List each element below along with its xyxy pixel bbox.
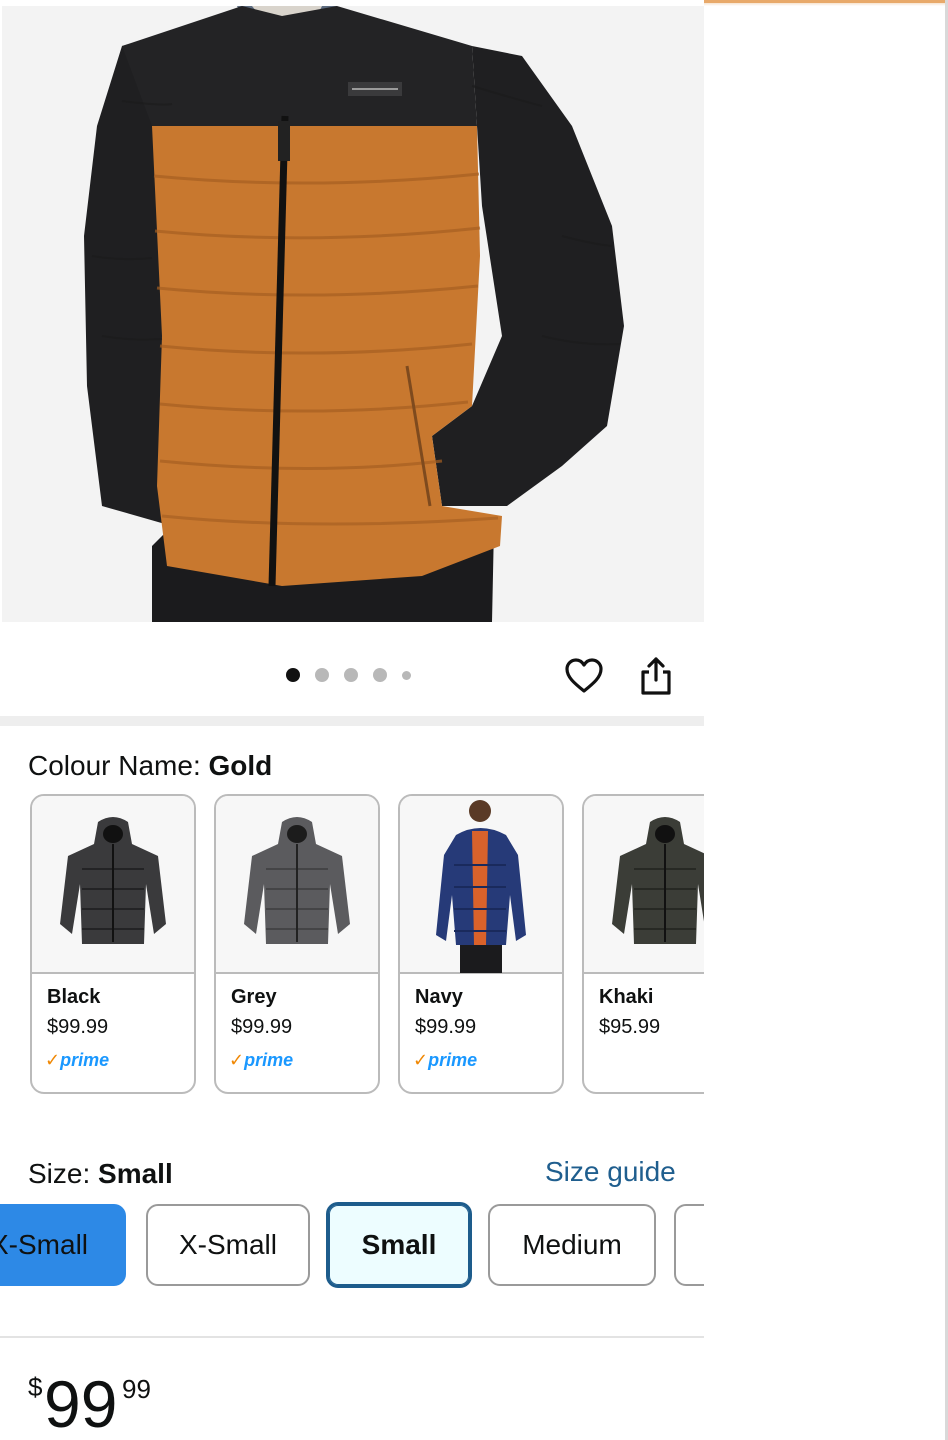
prime-check-icon: ✓ (229, 1050, 245, 1070)
size-option-label: Medium (522, 1229, 622, 1260)
swatch-khaki[interactable]: Khaki $95.99 (582, 794, 704, 1094)
swatch-price: $99.99 (415, 1016, 477, 1038)
size-option-large[interactable] (674, 1204, 704, 1286)
pagination-dot-5[interactable] (402, 670, 411, 680)
swatch-price: $99.99 (231, 1016, 293, 1038)
pagination-dot-1[interactable] (286, 668, 300, 682)
size-options: X-Small X-Small Small Medium (0, 1202, 704, 1290)
share-icon (641, 657, 671, 695)
heart-icon (565, 658, 603, 693)
section-divider (0, 716, 704, 726)
share-button[interactable] (632, 652, 680, 700)
size-option-label: Small (361, 1229, 437, 1260)
size-option-xx-small[interactable]: X-Small (0, 1204, 126, 1286)
wishlist-button[interactable] (560, 652, 608, 700)
product-page: Colour Name: Gold Black $99.99 ✓prime Gr… (0, 0, 704, 1440)
colour-name-label: Colour Name: Gold (28, 750, 272, 782)
swatch-name: Grey (231, 986, 277, 1008)
swatch-navy[interactable]: Navy $99.99 ✓prime (398, 794, 564, 1094)
swatch-name: Black (47, 986, 101, 1008)
size-option-small[interactable]: Small (326, 1202, 472, 1288)
size-option-label: X-Small (0, 1229, 89, 1260)
price-whole: 99 (44, 1367, 118, 1440)
prime-badge: ✓prime (413, 1050, 477, 1071)
prime-badge: ✓prime (229, 1050, 293, 1071)
prime-text: prime (244, 1050, 294, 1070)
swatch-black[interactable]: Black $99.99 ✓prime (30, 794, 196, 1094)
swatch-thumbnail (400, 796, 562, 974)
swatch-grey[interactable]: Grey $99.99 ✓prime (214, 794, 380, 1094)
price-divider (0, 1336, 704, 1338)
pagination-dot-4[interactable] (373, 668, 387, 682)
swatch-thumbnail (216, 796, 378, 974)
image-carousel-controls (0, 630, 704, 720)
colour-selected-value: Gold (208, 750, 273, 781)
product-main-image[interactable] (2, 6, 704, 622)
pagination-dot-2[interactable] (315, 668, 329, 682)
prime-text: prime (428, 1050, 478, 1070)
swatch-thumbnail (584, 796, 704, 974)
size-label-text: Size: (28, 1158, 91, 1189)
swatch-name: Khaki (599, 986, 654, 1008)
prime-badge: ✓prime (45, 1050, 109, 1071)
size-option-label: X-Small (178, 1229, 277, 1260)
price-currency-symbol: $ (28, 1372, 43, 1402)
swatch-name: Navy (415, 986, 463, 1008)
size-guide-link[interactable]: Size guide (545, 1156, 676, 1188)
prime-check-icon: ✓ (45, 1050, 61, 1070)
size-option-medium[interactable]: Medium (488, 1204, 656, 1286)
size-selected-value: Small (98, 1158, 173, 1189)
pagination-dot-3[interactable] (344, 668, 358, 682)
prime-check-icon: ✓ (413, 1050, 429, 1070)
swatch-price: $95.99 (599, 1016, 661, 1038)
prime-text: prime (60, 1050, 110, 1070)
swatch-thumbnail (32, 796, 194, 974)
colour-label-text: Colour Name: (28, 750, 201, 781)
swatch-price: $99.99 (47, 1016, 109, 1038)
price-fraction: 99 (122, 1374, 151, 1404)
size-label: Size: Small (28, 1158, 173, 1190)
colour-swatch-list: Black $99.99 ✓prime Grey $99.99 ✓prime N… (30, 794, 704, 1094)
image-pagination-dots[interactable] (286, 668, 411, 682)
size-option-x-small[interactable]: X-Small (146, 1204, 310, 1286)
